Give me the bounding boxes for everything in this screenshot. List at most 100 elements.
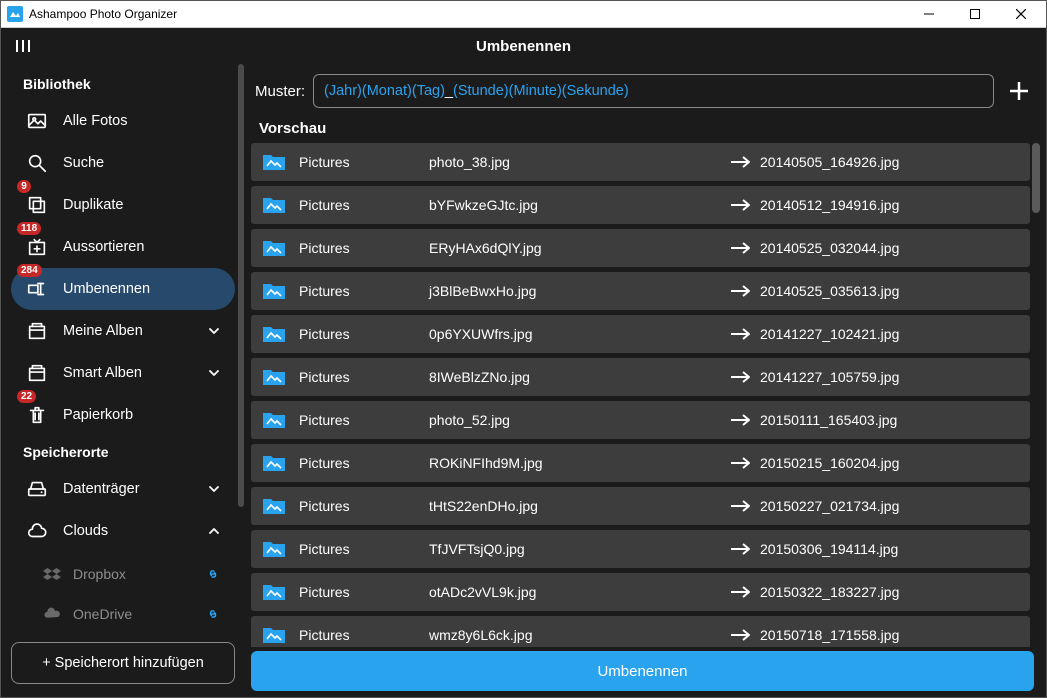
rename-button[interactable]: Umbenennen: [251, 651, 1034, 691]
preview-list-wrap: Picturesphoto_38.jpg20140505_164926.jpgP…: [245, 143, 1040, 647]
row-folder: Pictures: [299, 369, 429, 385]
app-icon: [7, 6, 23, 22]
trash-icon: [25, 403, 49, 427]
sidebar-item-label: Suche: [63, 155, 225, 171]
image-icon: [25, 109, 49, 133]
sidebar-item-label: Papierkorb: [63, 407, 225, 423]
row-new-name: 20140505_164926.jpg: [760, 154, 1020, 170]
folder-icon: [261, 624, 287, 646]
pattern-token: (Monat): [362, 83, 412, 99]
preview-row[interactable]: Pictures8IWeBlzZNo.jpg20141227_105759.jp…: [251, 358, 1030, 396]
sidebar-scrollbar[interactable]: [238, 64, 244, 697]
row-folder: Pictures: [299, 627, 429, 643]
link-icon[interactable]: [201, 602, 225, 626]
maximize-button[interactable]: [952, 1, 998, 27]
sidebar-item-aussortieren[interactable]: 118Aussortieren: [11, 226, 235, 268]
link-icon[interactable]: [201, 562, 225, 586]
arrow-icon: [720, 629, 760, 641]
album-icon: [25, 361, 49, 385]
row-old-name: otADc2vVL9k.jpg: [429, 584, 720, 600]
chevron-down-icon: [207, 482, 225, 496]
cloud-icon: [25, 519, 49, 543]
row-folder: Pictures: [299, 584, 429, 600]
row-old-name: TfJVFTsjQ0.jpg: [429, 541, 720, 557]
row-folder: Pictures: [299, 197, 429, 213]
preview-row[interactable]: PicturesROKiNFIhd9M.jpg20150215_160204.j…: [251, 444, 1030, 482]
pattern-token: (Tag): [412, 83, 445, 99]
location-item-label: Clouds: [63, 523, 207, 539]
row-old-name: bYFwkzeGJtc.jpg: [429, 197, 720, 213]
badge: 284: [17, 264, 42, 277]
add-location-button[interactable]: + Speicherort hinzufügen: [11, 642, 235, 684]
rename-icon: [25, 277, 49, 301]
row-new-name: 20140525_032044.jpg: [760, 240, 1020, 256]
pattern-token: (Minute): [509, 83, 562, 99]
pattern-row: Muster: (Jahr)(Monat)(Tag)_(Stunde)(Minu…: [245, 64, 1040, 114]
sidebar-item-duplikate[interactable]: 9Duplikate: [11, 184, 235, 226]
preview-label: Vorschau: [245, 114, 1040, 143]
preview-row[interactable]: PicturesTfJVFTsjQ0.jpg20150306_194114.jp…: [251, 530, 1030, 568]
pattern-input[interactable]: (Jahr)(Monat)(Tag)_(Stunde)(Minute)(Seku…: [313, 74, 994, 108]
row-old-name: tHtS22enDHo.jpg: [429, 498, 720, 514]
row-old-name: 8IWeBlzZNo.jpg: [429, 369, 720, 385]
cloud-item-dropbox[interactable]: Dropbox: [33, 554, 235, 594]
preview-row[interactable]: PicturestHtS22enDHo.jpg20150227_021734.j…: [251, 487, 1030, 525]
folder-icon: [261, 280, 287, 302]
preview-row[interactable]: PicturesotADc2vVL9k.jpg 20150322_183227.j…: [251, 573, 1030, 611]
pattern-label: Muster:: [255, 83, 305, 100]
location-item-datenträger[interactable]: Datenträger: [11, 468, 235, 510]
folder-icon: [261, 151, 287, 173]
folder-icon: [261, 237, 287, 259]
sidebar-item-label: Aussortieren: [63, 239, 225, 255]
main-panel: Muster: (Jahr)(Monat)(Tag)_(Stunde)(Minu…: [245, 64, 1046, 697]
sidebar-item-label: Alle Fotos: [63, 113, 225, 129]
folder-icon: [261, 538, 287, 560]
preview-row[interactable]: Picturesj3BlBeBwxHo.jpg20140525_035613.j…: [251, 272, 1030, 310]
chevron-down-icon: [207, 324, 225, 338]
sidebar-item-meine-alben[interactable]: Meine Alben: [11, 310, 235, 352]
sidebar-item-umbenennen[interactable]: 284Umbenennen: [11, 268, 235, 310]
preview-row[interactable]: Picturesphoto_38.jpg20140505_164926.jpg: [251, 143, 1030, 181]
location-item-clouds[interactable]: Clouds: [11, 510, 235, 552]
preview-row[interactable]: PicturesbYFwkzeGJtc.jpg20140512_194916.j…: [251, 186, 1030, 224]
sidebar-item-alle-fotos[interactable]: Alle Fotos: [11, 100, 235, 142]
row-old-name: photo_52.jpg: [429, 412, 720, 428]
minimize-button[interactable]: [906, 1, 952, 27]
folder-icon: [261, 366, 287, 388]
row-new-name: 20150215_160204.jpg: [760, 455, 1020, 471]
sidebar-item-label: Meine Alben: [63, 323, 207, 339]
row-old-name: j3BlBeBwxHo.jpg: [429, 283, 720, 299]
list-scrollbar[interactable]: [1032, 143, 1040, 213]
row-folder: Pictures: [299, 541, 429, 557]
row-old-name: ERyHAx6dQlY.jpg: [429, 240, 720, 256]
row-folder: Pictures: [299, 283, 429, 299]
sidebar: Bibliothek Alle FotosSuche9Duplikate118A…: [1, 64, 245, 697]
sidebar-item-smart-alben[interactable]: Smart Alben: [11, 352, 235, 394]
close-button[interactable]: [998, 1, 1044, 27]
badge: 22: [17, 390, 36, 403]
app-window: Ashampoo Photo Organizer Umbenennen Bibl…: [0, 0, 1047, 698]
row-new-name: 20150322_183227.jpg: [760, 584, 1020, 600]
duplicate-icon: [25, 193, 49, 217]
page-title: Umbenennen: [476, 38, 571, 55]
preview-row[interactable]: Pictureswmz8y6L6ck.jpg20150718_171558.jp…: [251, 616, 1030, 647]
sidebar-item-label: Duplikate: [63, 197, 225, 213]
menu-button[interactable]: [1, 38, 49, 54]
add-pattern-button[interactable]: [1002, 74, 1036, 108]
location-item-label: Datenträger: [63, 481, 207, 497]
folder-icon: [261, 495, 287, 517]
cloud-item-onedrive[interactable]: OneDrive: [33, 594, 235, 634]
sidebar-item-papierkorb[interactable]: 22Papierkorb: [11, 394, 235, 436]
search-icon: [25, 151, 49, 175]
arrow-icon: [720, 414, 760, 426]
preview-row[interactable]: Picturesphoto_52.jpg20150111_165403.jpg: [251, 401, 1030, 439]
preview-row[interactable]: Pictures0p6YXUWfrs.jpg20141227_102421.jp…: [251, 315, 1030, 353]
arrow-icon: [720, 586, 760, 598]
cloud-item-label: Dropbox: [73, 566, 201, 582]
row-folder: Pictures: [299, 154, 429, 170]
preview-row[interactable]: PicturesERyHAx6dQlY.jpg20140525_032044.j…: [251, 229, 1030, 267]
window-controls: [906, 1, 1044, 27]
row-folder: Pictures: [299, 498, 429, 514]
sidebar-item-suche[interactable]: Suche: [11, 142, 235, 184]
rename-button-label: Umbenennen: [597, 663, 687, 680]
